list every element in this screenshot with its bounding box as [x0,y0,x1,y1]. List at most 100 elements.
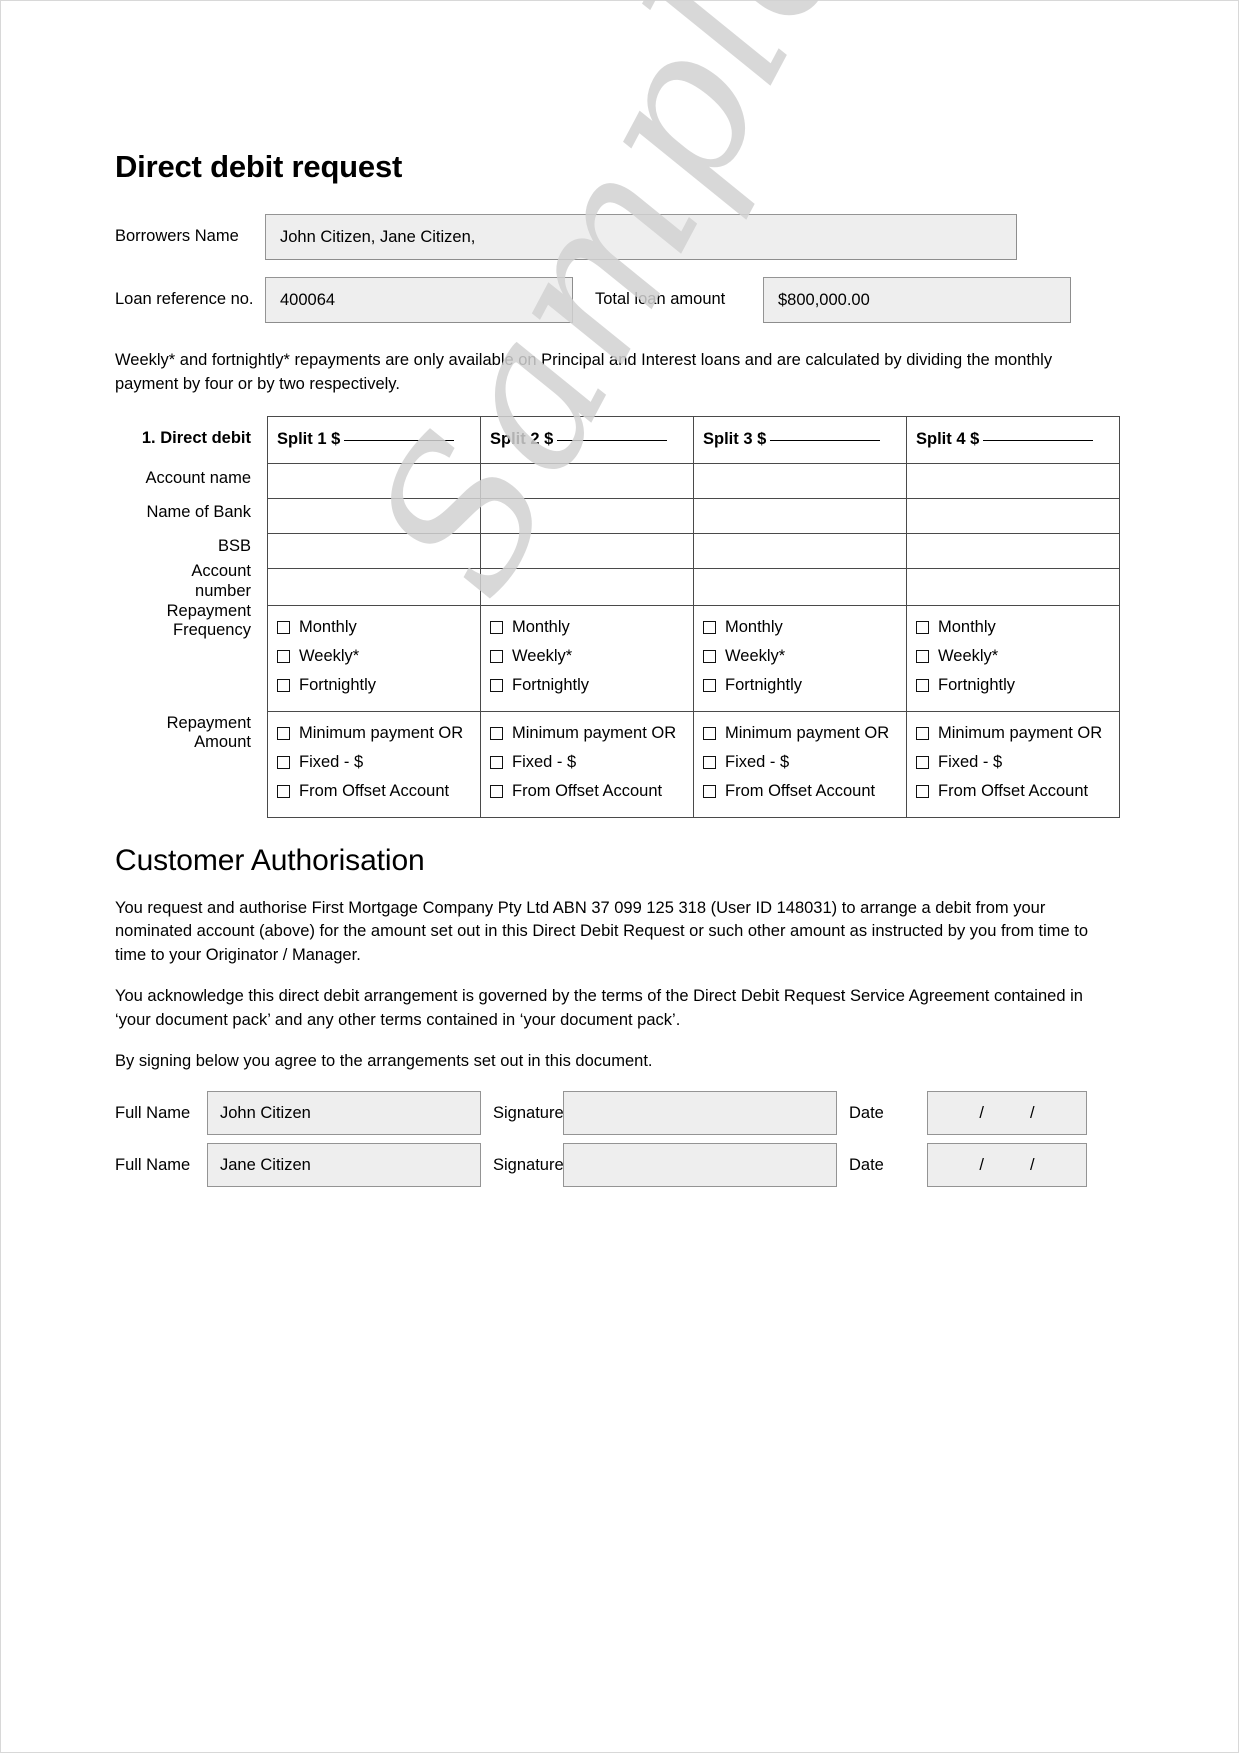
checkbox-icon[interactable] [490,755,503,769]
full-name-field-1[interactable]: John Citizen [207,1091,481,1136]
checkbox-row[interactable]: From Offset Account [703,777,906,806]
split-2-account-number-input[interactable] [480,567,694,606]
checkbox-row[interactable]: Minimum payment OR [490,719,693,748]
checkbox-row[interactable]: Weekly* [490,642,693,671]
checkbox-row[interactable]: Fortnightly [916,671,1119,700]
checkbox-icon[interactable] [916,784,929,798]
option-label: Monthly [299,617,357,636]
option-label: Fortnightly [299,675,377,694]
section-label-direct-debit: 1. Direct debit [141,429,251,448]
checkbox-row[interactable]: Fortnightly [277,671,480,700]
split-4-bsb-input[interactable] [906,532,1120,569]
split-3-account-number-input[interactable] [693,567,907,606]
checkbox-row[interactable]: Minimum payment OR [277,719,480,748]
repayment-frequency-note: Weekly* and fortnightly* repayments are … [115,351,1053,393]
checkbox-icon[interactable] [277,620,290,634]
table-row-repayment-frequency: Monthly Weekly* Fortnightly Monthly Week… [267,604,1120,712]
checkbox-icon[interactable] [916,620,929,634]
checkbox-row[interactable]: Monthly [703,613,906,642]
checkbox-row[interactable]: Fixed - $ [490,748,693,777]
checkbox-row[interactable]: Monthly [490,613,693,642]
split-3-amount-options: Minimum payment OR Fixed - $ From Offset… [693,710,907,818]
checkbox-row[interactable]: Fixed - $ [916,748,1119,777]
split-4-account-number-input[interactable] [906,567,1120,606]
table-row-headers: Split 1 $ Split 2 $ Split 3 $ Split 4 $ [267,415,1120,464]
checkbox-icon[interactable] [277,784,290,798]
date-field-2[interactable]: / / [927,1143,1087,1188]
full-name-field-2[interactable]: Jane Citizen [207,1143,481,1188]
checkbox-icon[interactable] [277,755,290,769]
split-2-amount-options: Minimum payment OR Fixed - $ From Offset… [480,710,694,818]
split-4-bank-name-input[interactable] [906,497,1120,534]
checkbox-row[interactable]: Weekly* [277,642,480,671]
date-field-1[interactable]: / / [927,1091,1087,1136]
checkbox-icon[interactable] [703,726,716,740]
checkbox-row[interactable]: Weekly* [703,642,906,671]
checkbox-icon[interactable] [490,726,503,740]
checkbox-icon[interactable] [703,620,716,634]
checkbox-row[interactable]: Monthly [916,613,1119,642]
split-1-account-name-input[interactable] [267,462,481,499]
checkbox-icon[interactable] [277,649,290,663]
split-2-amount-rule[interactable] [557,440,668,442]
split-2-bsb-input[interactable] [480,532,694,569]
split-1-amount-rule[interactable] [344,440,455,442]
checkbox-row[interactable]: Monthly [277,613,480,642]
checkbox-row[interactable]: Fortnightly [703,671,906,700]
checkbox-icon[interactable] [916,678,929,692]
row-label-repayment-amount: Repayment Amount [115,708,251,818]
checkbox-icon[interactable] [490,678,503,692]
borrowers-name-field[interactable]: John Citizen, Jane Citizen, [265,214,1017,261]
checkbox-row[interactable]: Fortnightly [490,671,693,700]
split-4-account-name-input[interactable] [906,462,1120,499]
checkbox-row[interactable]: Minimum payment OR [703,719,906,748]
split-3-account-name-input[interactable] [693,462,907,499]
total-loan-amount-field[interactable]: $800,000.00 [763,277,1071,324]
borrowers-name-label: Borrowers Name [115,227,239,246]
checkbox-icon[interactable] [703,784,716,798]
split-2-bank-name-input[interactable] [480,497,694,534]
checkbox-icon[interactable] [703,678,716,692]
option-label: Weekly* [938,646,999,665]
signature-field-2[interactable] [563,1143,837,1188]
checkbox-icon[interactable] [916,755,929,769]
checkbox-row[interactable]: Fixed - $ [703,748,906,777]
split-2-account-name-input[interactable] [480,462,694,499]
checkbox-row[interactable]: From Offset Account [277,777,480,806]
split-1-bsb-input[interactable] [267,532,481,569]
option-label: From Offset Account [299,781,450,800]
checkbox-icon[interactable] [277,726,290,740]
split-1-bank-name-input[interactable] [267,497,481,534]
checkbox-icon[interactable] [490,620,503,634]
signature-row: Full Name Jane Citizen Signature Date / … [115,1143,1120,1188]
split-4-frequency-options: Monthly Weekly* Fortnightly [906,604,1120,712]
split-1-header-label: Split 1 $ [277,430,341,449]
split-3-amount-rule[interactable] [770,440,881,442]
checkbox-row[interactable]: From Offset Account [916,777,1119,806]
split-4-amount-rule[interactable] [983,440,1094,442]
row-label-repayment-frequency-line1: Repayment [166,601,251,620]
split-1-account-number-input[interactable] [267,567,481,606]
checkbox-icon[interactable] [490,649,503,663]
checkbox-icon[interactable] [703,755,716,769]
signature-field-1[interactable] [563,1091,837,1136]
loan-reference-field[interactable]: 400064 [265,277,573,324]
document-content: Direct debit request Borrowers Name John… [115,149,1120,1195]
option-label: Weekly* [299,646,360,665]
option-label: Fortnightly [938,675,1016,694]
split-3-frequency-options: Monthly Weekly* Fortnightly [693,604,907,712]
checkbox-icon[interactable] [916,649,929,663]
split-3-bsb-input[interactable] [693,532,907,569]
checkbox-icon[interactable] [490,784,503,798]
checkbox-row[interactable]: From Offset Account [490,777,693,806]
full-name-label: Full Name [115,1155,191,1174]
checkbox-row[interactable]: Weekly* [916,642,1119,671]
option-label: Minimum payment OR [512,723,677,742]
checkbox-icon[interactable] [916,726,929,740]
checkbox-row[interactable]: Minimum payment OR [916,719,1119,748]
checkbox-icon[interactable] [703,649,716,663]
checkbox-icon[interactable] [277,678,290,692]
split-3-bank-name-input[interactable] [693,497,907,534]
date-separator-2: / [1030,1155,1035,1174]
checkbox-row[interactable]: Fixed - $ [277,748,480,777]
